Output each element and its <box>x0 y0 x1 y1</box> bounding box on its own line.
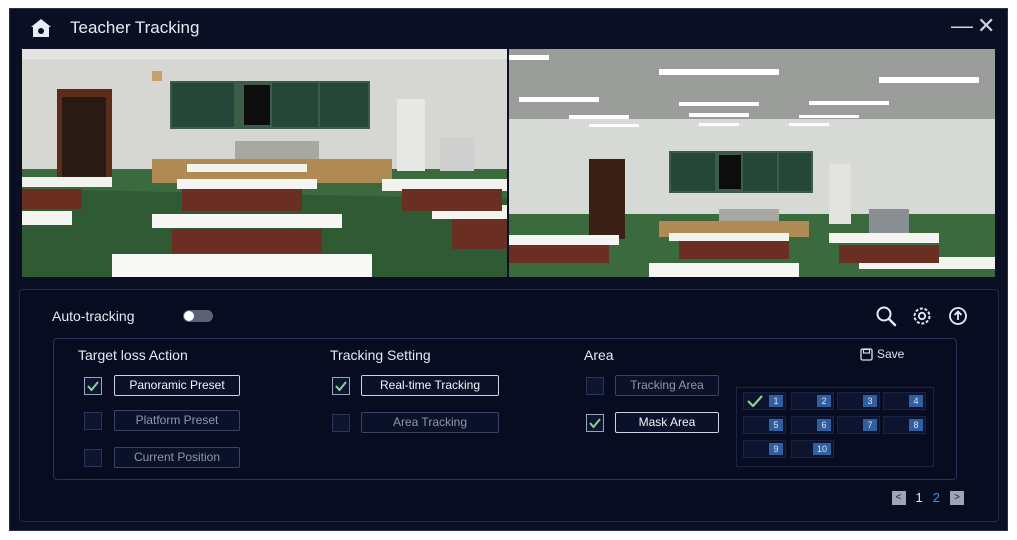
real-time-tracking-button[interactable]: Real-time Tracking <box>361 375 499 396</box>
area-cell-10[interactable]: 10 <box>791 440 834 458</box>
area-tracking-checkbox[interactable] <box>332 414 350 432</box>
tracking-setting-title: Tracking Setting <box>330 347 431 363</box>
save-button[interactable]: Save <box>860 347 904 361</box>
current-position-checkbox[interactable] <box>84 449 102 467</box>
camera-view-panoramic[interactable] <box>22 49 507 277</box>
check-icon <box>87 381 99 392</box>
panel-toolbar <box>874 304 970 328</box>
area-cell-1[interactable]: 1 <box>743 392 786 410</box>
area-title: Area <box>584 347 614 363</box>
auto-tracking-label: Auto-tracking <box>52 308 135 324</box>
home-icon[interactable] <box>30 18 52 38</box>
settings-icon[interactable] <box>910 304 934 328</box>
page-1-link[interactable]: 1 <box>916 490 923 505</box>
auto-tracking-toggle[interactable] <box>183 310 213 322</box>
check-icon <box>335 381 347 392</box>
tracking-control-panel: Auto-tracking Target loss Action Panoram… <box>19 289 999 522</box>
area-number-grid: 1 2 3 4 5 6 7 8 9 10 <box>736 387 934 467</box>
page-2-link[interactable]: 2 <box>933 490 940 505</box>
area-cell-3[interactable]: 3 <box>837 392 880 410</box>
area-cell-7[interactable]: 7 <box>837 416 880 434</box>
area-cell-2[interactable]: 2 <box>791 392 834 410</box>
tracking-area-checkbox[interactable] <box>586 377 604 395</box>
real-time-tracking-checkbox[interactable] <box>332 377 350 395</box>
window-title: Teacher Tracking <box>70 18 200 37</box>
teacher-tracking-window: Teacher Tracking — ✕ Auto-tracking Targe… <box>9 8 1008 531</box>
target-loss-title: Target loss Action <box>78 347 188 363</box>
next-page-button[interactable]: > <box>950 490 964 505</box>
save-label: Save <box>877 347 905 361</box>
platform-preset-checkbox[interactable] <box>84 412 102 430</box>
area-cell-9[interactable]: 9 <box>743 440 786 458</box>
check-icon <box>747 395 763 407</box>
current-position-button[interactable]: Current Position <box>114 447 240 468</box>
minimize-button[interactable]: — <box>951 15 973 37</box>
area-cell-8[interactable]: 8 <box>883 416 926 434</box>
title-bar: Teacher Tracking — ✕ <box>10 9 1007 47</box>
close-button[interactable]: ✕ <box>977 14 997 38</box>
mask-area-checkbox[interactable] <box>586 414 604 432</box>
pagination: < 1 2 > <box>891 490 964 505</box>
save-icon <box>860 348 873 361</box>
tracking-area-button[interactable]: Tracking Area <box>615 375 719 396</box>
panoramic-preset-checkbox[interactable] <box>84 377 102 395</box>
platform-preset-button[interactable]: Platform Preset <box>114 410 240 431</box>
area-tracking-button[interactable]: Area Tracking <box>361 412 499 433</box>
mask-area-button[interactable]: Mask Area <box>615 412 719 433</box>
prev-page-button[interactable]: < <box>891 490 906 505</box>
area-cell-5[interactable]: 5 <box>743 416 786 434</box>
area-cell-4[interactable]: 4 <box>883 392 926 410</box>
area-cell-6[interactable]: 6 <box>791 416 834 434</box>
upload-icon[interactable] <box>946 304 970 328</box>
check-icon <box>589 418 601 429</box>
settings-box: Target loss Action Panoramic Preset Plat… <box>53 338 957 480</box>
toggle-knob <box>184 311 194 321</box>
search-icon[interactable] <box>874 304 898 328</box>
panoramic-preset-button[interactable]: Panoramic Preset <box>114 375 240 396</box>
camera-view-closeup[interactable] <box>509 49 995 277</box>
